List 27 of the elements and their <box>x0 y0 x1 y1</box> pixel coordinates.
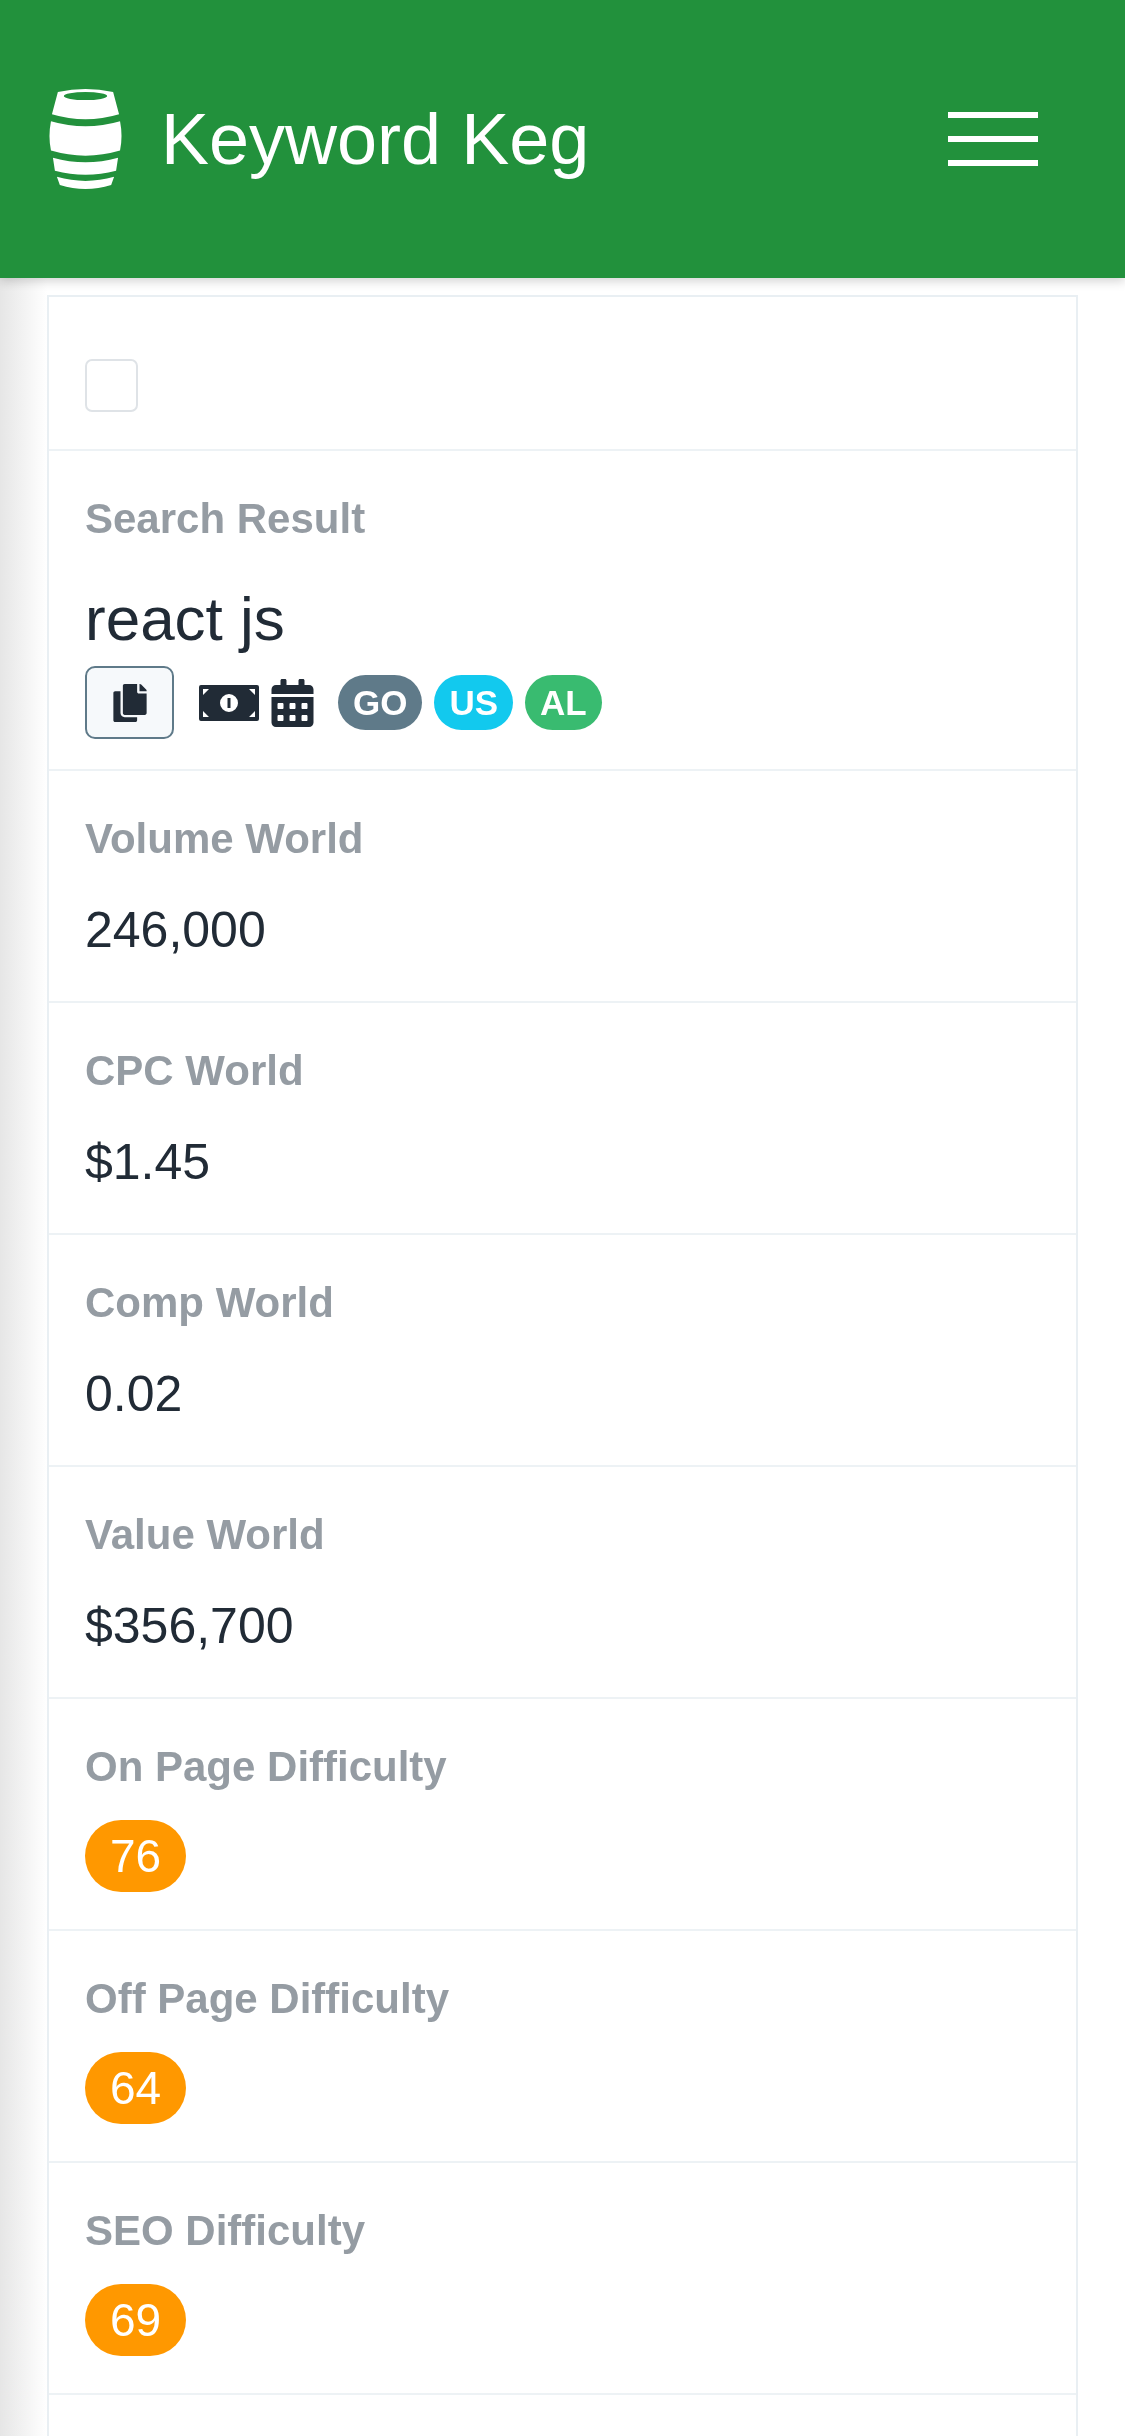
metric-value: 0.02 <box>85 1365 183 1424</box>
score-badge: 64 <box>85 2052 187 2124</box>
tag: US <box>434 675 514 730</box>
metric-label: Value World <box>85 1510 325 1560</box>
tag: GO <box>338 675 423 730</box>
metric-label: Volume World <box>85 814 364 864</box>
copy-icon <box>112 683 147 722</box>
menu-icon <box>948 112 1038 166</box>
metric-value: $1.45 <box>85 1133 211 1192</box>
score-badge: 69 <box>85 2284 187 2356</box>
metric-label: Search Result <box>85 494 366 544</box>
tag: AL <box>525 675 602 730</box>
metric-label: Comp World <box>85 1278 334 1328</box>
metric-label: On Page Difficulty <box>85 1742 447 1792</box>
metric-label: SEO Difficulty <box>85 2206 366 2256</box>
score-badge: 76 <box>85 1820 187 1892</box>
metric-value: 246,000 <box>85 901 266 960</box>
copy-button[interactable] <box>85 666 174 739</box>
keyword-text: react js <box>85 583 285 655</box>
menu-button[interactable] <box>948 112 1038 166</box>
metric-value: $356,700 <box>85 1597 294 1656</box>
banknote-icon <box>199 684 259 721</box>
barrel-icon <box>48 87 123 191</box>
metric-label: CPC World <box>85 1046 304 1096</box>
select-checkbox[interactable] <box>85 359 138 412</box>
metric-label: Off Page Difficulty <box>85 1974 450 2024</box>
calendar-icon <box>271 678 314 727</box>
